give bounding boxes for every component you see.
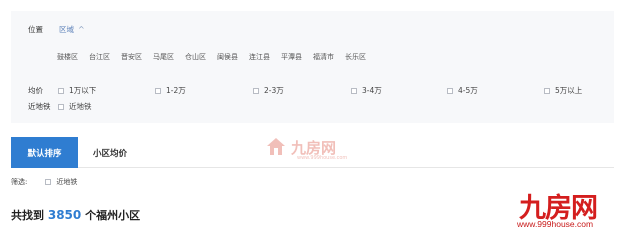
result-prefix: 共找到 <box>11 209 44 222</box>
result-suffix: 个福州小区 <box>85 209 141 222</box>
price-label: 均价 <box>28 86 43 95</box>
checkbox[interactable] <box>58 87 64 94</box>
checkbox[interactable] <box>58 103 64 110</box>
district-item[interactable]: 福清市 <box>313 52 334 62</box>
price-option-label: 5万以上 <box>555 86 583 95</box>
district-item[interactable]: 台江区 <box>89 52 110 62</box>
result-count: 共找到 3850 个福州小区 <box>11 207 140 223</box>
screening-label: 筛选: <box>11 178 28 186</box>
checkbox[interactable] <box>544 87 550 94</box>
price-option-label: 4-5万 <box>458 86 478 95</box>
district-item[interactable]: 鼓楼区 <box>57 52 78 62</box>
checkbox[interactable] <box>155 87 161 94</box>
checkbox[interactable] <box>447 87 453 94</box>
district-item[interactable]: 平潭县 <box>281 52 302 62</box>
district-list: 鼓楼区 台江区 晋安区 马尾区 仓山区 闽侯县 连江县 平潭县 福清市 长乐区 <box>57 52 377 62</box>
price-option-label: 1万以下 <box>69 86 97 95</box>
metro-option-label: 近地铁 <box>69 102 92 111</box>
filter-panel: 位置 区域 ^ 鼓楼区 台江区 晋安区 马尾区 仓山区 闽侯县 连江县 平潭县 … <box>11 11 614 123</box>
price-option-2[interactable]: 1-2万 <box>155 85 186 96</box>
price-option-label: 1-2万 <box>166 86 186 95</box>
price-option-4[interactable]: 3-4万 <box>351 85 382 96</box>
price-option-6[interactable]: 5万以上 <box>544 85 582 96</box>
brand-url: www.999house.com <box>517 219 594 229</box>
region-tab-label: 区域 <box>59 25 74 34</box>
price-option-label: 2-3万 <box>264 86 284 95</box>
result-number: 3850 <box>47 208 82 222</box>
brand-watermark: 九房网 www.999house.com <box>515 186 619 229</box>
metro-label: 近地铁 <box>28 102 51 111</box>
price-option-5[interactable]: 4-5万 <box>447 85 478 96</box>
sort-tabs: 默认排序 小区均价 <box>11 137 614 168</box>
screening-row: 筛选: 近地铁 <box>11 177 77 187</box>
region-tab[interactable]: 区域 ^ <box>59 24 85 35</box>
checkbox[interactable] <box>45 179 52 185</box>
district-item[interactable]: 长乐区 <box>345 52 366 62</box>
screening-option-label: 近地铁 <box>56 178 78 186</box>
checkbox[interactable] <box>253 87 259 94</box>
district-item[interactable]: 晋安区 <box>121 52 142 62</box>
tab-default-sort[interactable]: 默认排序 <box>11 137 78 168</box>
chevron-up-icon: ^ <box>78 25 85 34</box>
location-label: 位置 <box>28 25 43 34</box>
district-item[interactable]: 马尾区 <box>153 52 174 62</box>
checkbox[interactable] <box>351 87 357 94</box>
district-item[interactable]: 仓山区 <box>185 52 206 62</box>
price-option-3[interactable]: 2-3万 <box>253 85 284 96</box>
price-option-label: 3-4万 <box>362 86 382 95</box>
price-option-1[interactable]: 1万以下 <box>58 85 96 96</box>
tab-community-price[interactable]: 小区均价 <box>93 137 127 168</box>
district-item[interactable]: 连江县 <box>249 52 270 62</box>
district-item[interactable]: 闽侯县 <box>217 52 238 62</box>
metro-option[interactable]: 近地铁 <box>58 101 92 112</box>
